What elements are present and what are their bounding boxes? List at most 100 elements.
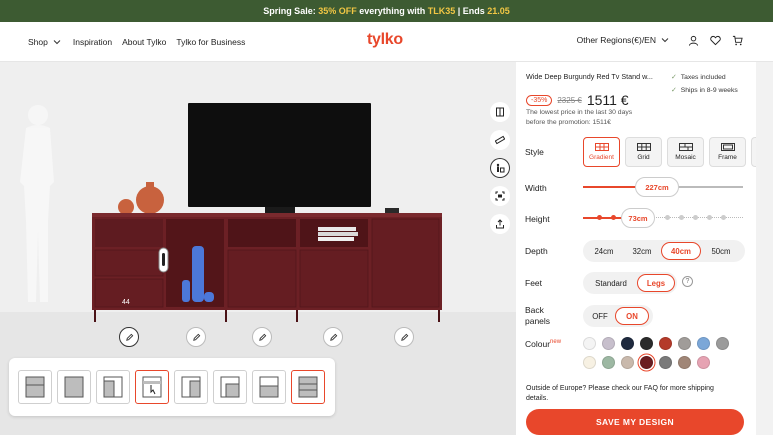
height-slider[interactable]: 73cm xyxy=(583,208,743,228)
site-header: Shop Inspiration About Tylko Tylko for B… xyxy=(0,22,773,62)
heart-icon[interactable] xyxy=(709,34,721,46)
depth-32[interactable]: 32cm xyxy=(623,242,661,260)
thumb-door-open-left[interactable] xyxy=(174,370,208,404)
colour-label: Colournew xyxy=(525,339,561,349)
region-label: Other Regions(€)/EN xyxy=(576,35,656,45)
style-gradient[interactable]: Gradient xyxy=(583,137,620,167)
colour-swatch[interactable] xyxy=(583,337,596,350)
height-step[interactable] xyxy=(721,215,726,220)
product-title: Wide Deep Burgundy Red Tv Stand w... xyxy=(526,72,653,81)
price: 1511 € xyxy=(586,92,629,108)
style-mosaic[interactable]: Mosaic xyxy=(667,137,704,167)
old-price: 2325 € xyxy=(557,95,582,105)
colour-label-text: Colour xyxy=(525,339,551,349)
main-nav: Shop Inspiration About Tylko Tylko for B… xyxy=(28,36,245,48)
help-icon[interactable]: ? xyxy=(682,276,693,287)
height-step[interactable] xyxy=(611,215,616,220)
nav-business[interactable]: Tylko for Business xyxy=(176,37,245,47)
header-actions: Other Regions(€)/EN xyxy=(577,34,743,46)
back-on[interactable]: ON xyxy=(615,307,649,325)
promo-date: 21.05 xyxy=(487,6,510,16)
colour-swatch[interactable] xyxy=(602,356,615,369)
lowest-line-1: The lowest price in the last 30 days xyxy=(526,109,633,116)
feet-standard[interactable]: Standard xyxy=(585,274,637,292)
check-shipping: ✓ Ships in 8-9 weeks xyxy=(671,84,738,97)
panel-scrollbar[interactable] xyxy=(756,62,773,435)
price-row: -35% 2325 € 1511 € xyxy=(526,92,629,108)
back-label-line1: Back xyxy=(525,305,544,315)
colour-swatch[interactable] xyxy=(716,337,729,350)
colour-swatch[interactable] xyxy=(583,356,596,369)
cart-icon[interactable] xyxy=(731,34,743,46)
colour-swatches xyxy=(583,337,743,369)
depth-40[interactable]: 40cm xyxy=(661,242,701,260)
colour-swatch[interactable] xyxy=(678,356,691,369)
figure-icon[interactable] xyxy=(490,158,510,178)
feet-legs[interactable]: Legs xyxy=(637,274,675,292)
promo-middle: everything with xyxy=(356,6,428,16)
feet-label: Feet xyxy=(525,278,543,288)
colour-swatch[interactable] xyxy=(678,337,691,350)
save-design-button[interactable]: SAVE MY DESIGN xyxy=(526,409,744,435)
discount-badge: -35% xyxy=(526,94,553,106)
height-step[interactable] xyxy=(693,215,698,220)
thumb-door-full[interactable] xyxy=(57,370,91,404)
pencil-icon[interactable] xyxy=(119,327,139,347)
thumb-open-shelf-selected[interactable] xyxy=(135,370,169,404)
style-frame-label: Frame xyxy=(718,154,737,161)
colour-swatch[interactable] xyxy=(640,337,653,350)
colour-swatch[interactable] xyxy=(621,356,634,369)
nav-about[interactable]: About Tylko xyxy=(122,37,166,47)
ruler-icon[interactable] xyxy=(490,130,510,150)
colour-swatch[interactable] xyxy=(697,337,710,350)
pencil-icon[interactable] xyxy=(186,327,206,347)
height-step[interactable] xyxy=(597,215,602,220)
thumb-door-open-right[interactable] xyxy=(96,370,130,404)
share-icon[interactable] xyxy=(490,214,510,234)
user-icon[interactable] xyxy=(687,34,699,46)
check-taxes: ✓ Taxes included xyxy=(671,71,738,84)
colour-swatch[interactable] xyxy=(659,356,672,369)
back-panels-label: Back panels xyxy=(525,305,550,327)
pencil-icon[interactable] xyxy=(323,327,343,347)
pencil-icon[interactable] xyxy=(394,327,414,347)
colour-swatch[interactable] xyxy=(697,356,710,369)
ar-icon[interactable] xyxy=(490,186,510,206)
tv xyxy=(188,103,371,213)
thumb-drawers-selected[interactable] xyxy=(291,370,325,404)
colour-swatch[interactable] xyxy=(659,337,672,350)
height-step[interactable] xyxy=(665,215,670,220)
colour-swatch[interactable] xyxy=(621,337,634,350)
config-panel: Wide Deep Burgundy Red Tv Stand w... ✓ Ta… xyxy=(516,62,761,435)
style-gradient-label: Gradient xyxy=(589,154,614,161)
check-icon: ✓ xyxy=(671,74,677,81)
thumb-open-top[interactable] xyxy=(252,370,286,404)
back-off[interactable]: OFF xyxy=(585,307,615,325)
book-icon[interactable] xyxy=(490,102,510,122)
logo[interactable]: tylko xyxy=(367,31,403,49)
pencil-icon[interactable] xyxy=(252,327,272,347)
product-checks: ✓ Taxes included ✓ Ships in 8-9 weeks xyxy=(671,71,738,97)
check-taxes-label: Taxes included xyxy=(680,74,726,81)
colour-swatch[interactable] xyxy=(640,356,653,369)
colour-swatch[interactable] xyxy=(602,337,615,350)
thumb-drawer-split[interactable] xyxy=(18,370,52,404)
promo-discount: 35% OFF xyxy=(318,6,357,16)
depth-50[interactable]: 50cm xyxy=(701,242,741,260)
style-grid[interactable]: Grid xyxy=(625,137,662,167)
height-step[interactable] xyxy=(707,215,712,220)
thumb-shelf-door[interactable] xyxy=(213,370,247,404)
depth-24[interactable]: 24cm xyxy=(585,242,623,260)
nav-business-label: Tylko for Business xyxy=(176,36,246,47)
style-frame[interactable]: Frame xyxy=(709,137,746,167)
nav-inspiration[interactable]: Inspiration xyxy=(73,37,112,47)
width-knob[interactable]: 227cm xyxy=(635,177,679,197)
nav-shop[interactable]: Shop xyxy=(28,36,63,48)
height-step[interactable] xyxy=(679,215,684,220)
width-slider[interactable]: 227cm xyxy=(583,177,743,197)
region-selector[interactable]: Other Regions(€)/EN xyxy=(577,34,671,46)
configurator-viewport[interactable]: 44 xyxy=(0,62,516,435)
shipping-note[interactable]: Outside of Europe? Please check our FAQ … xyxy=(526,384,726,404)
height-knob[interactable]: 73cm xyxy=(621,208,655,228)
dimension-label: 44 xyxy=(122,299,130,306)
